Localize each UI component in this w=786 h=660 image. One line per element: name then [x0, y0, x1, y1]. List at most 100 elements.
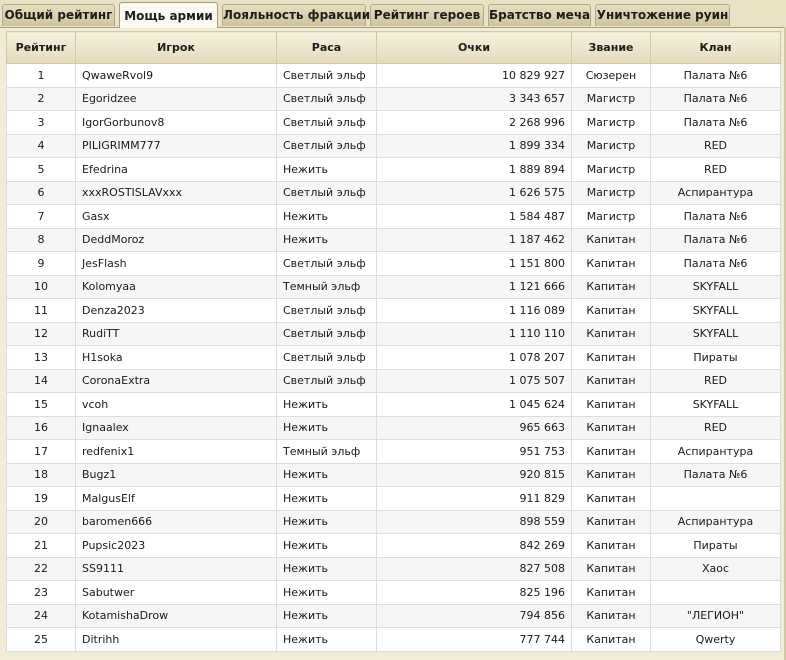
player-name-link[interactable]: Egoridzee — [75, 86, 277, 111]
table-row: 5 Efedrina Нежить 1 889 894 Магистр RED — [6, 157, 781, 182]
rank-title-cell: Магистр — [571, 157, 651, 182]
race-cell: Светлый эльф — [276, 251, 377, 276]
player-name-link[interactable]: Pupsic2023 — [75, 533, 277, 558]
clan-name-link[interactable] — [650, 580, 781, 605]
player-name-link[interactable]: Efedrina — [75, 157, 277, 182]
rank-cell: 22 — [6, 556, 76, 581]
clan-name-link[interactable]: Палата №6 — [650, 227, 781, 252]
clan-name-link[interactable]: "ЛЕГИОН" — [650, 603, 781, 628]
rank-title-cell: Капитан — [571, 439, 651, 464]
rating-table-body: 1 QwaweRvol9 Светлый эльф 10 829 927 Сюзерен… — [6, 63, 781, 652]
clan-name-link[interactable] — [650, 486, 781, 511]
rank-title-cell: Капитан — [571, 392, 651, 417]
player-name-link[interactable]: H1soka — [75, 345, 277, 370]
player-name-link[interactable]: RudiTT — [75, 321, 277, 346]
race-cell: Светлый эльф — [276, 345, 377, 370]
tab-hero-rating[interactable]: Рейтинг героев — [370, 4, 484, 26]
tab-ruins-destruction[interactable]: Уничтожение руин — [595, 4, 730, 26]
player-name-link[interactable]: MalgusElf — [75, 486, 277, 511]
column-header-points[interactable]: Очки — [376, 31, 572, 64]
column-header-race[interactable]: Раса — [276, 31, 377, 64]
player-name-link[interactable]: Sabutwer — [75, 580, 277, 605]
clan-name-link[interactable]: Аспирантура — [650, 180, 781, 205]
table-row: 21 Pupsic2023 Нежить 842 269 Капитан Пираты — [6, 533, 781, 558]
clan-name-link[interactable]: Палата №6 — [650, 251, 781, 276]
clan-name-link[interactable]: RED — [650, 157, 781, 182]
rank-title-cell: Капитан — [571, 251, 651, 276]
player-name-link[interactable]: xxxROSTISLAVxxx — [75, 180, 277, 205]
player-name-link[interactable]: CoronaExtra — [75, 368, 277, 393]
tab-general-rating[interactable]: Общий рейтинг — [2, 4, 115, 26]
rank-title-cell: Капитан — [571, 603, 651, 628]
points-cell: 777 744 — [376, 627, 572, 652]
table-row: 11 Denza2023 Светлый эльф 1 116 089 Капитан S… — [6, 298, 781, 323]
points-cell: 1 075 507 — [376, 368, 572, 393]
clan-name-link[interactable]: RED — [650, 133, 781, 158]
column-header-rank[interactable]: Рейтинг — [6, 31, 76, 64]
table-row: 23 Sabutwer Нежить 825 196 Капитан — [6, 580, 781, 605]
tab-army-power[interactable]: Мощь армии — [119, 2, 218, 28]
rank-cell: 2 — [6, 86, 76, 111]
clan-name-link[interactable]: Пираты — [650, 533, 781, 558]
player-name-link[interactable]: vcoh — [75, 392, 277, 417]
clan-name-link[interactable]: RED — [650, 415, 781, 440]
rank-title-cell: Капитан — [571, 462, 651, 487]
points-cell: 827 508 — [376, 556, 572, 581]
player-name-link[interactable]: Denza2023 — [75, 298, 277, 323]
tab-sword-brotherhood[interactable]: Братство меча — [488, 4, 591, 26]
player-name-link[interactable]: redfenix1 — [75, 439, 277, 464]
column-header-title[interactable]: Звание — [571, 31, 651, 64]
points-cell: 951 753 — [376, 439, 572, 464]
points-cell: 1 889 894 — [376, 157, 572, 182]
race-cell: Темный эльф — [276, 439, 377, 464]
rank-title-cell: Капитан — [571, 368, 651, 393]
rank-title-cell: Капитан — [571, 509, 651, 534]
column-header-player[interactable]: Игрок — [75, 31, 277, 64]
table-row: 7 Gasx Нежить 1 584 487 Магистр Палата №6 — [6, 204, 781, 229]
player-name-link[interactable]: JesFlash — [75, 251, 277, 276]
player-name-link[interactable]: Bugz1 — [75, 462, 277, 487]
player-name-link[interactable]: SS9111 — [75, 556, 277, 581]
clan-name-link[interactable]: Палата №6 — [650, 110, 781, 135]
points-cell: 1 151 800 — [376, 251, 572, 276]
player-name-link[interactable]: QwaweRvol9 — [75, 63, 277, 88]
race-cell: Нежить — [276, 157, 377, 182]
column-header-clan[interactable]: Клан — [650, 31, 781, 64]
player-name-link[interactable]: Kolomyaa — [75, 274, 277, 299]
clan-name-link[interactable]: Пираты — [650, 345, 781, 370]
clan-name-link[interactable]: SKYFALL — [650, 298, 781, 323]
rank-title-cell: Капитан — [571, 533, 651, 558]
clan-name-link[interactable]: Палата №6 — [650, 462, 781, 487]
clan-name-link[interactable]: SKYFALL — [650, 392, 781, 417]
player-name-link[interactable]: Gasx — [75, 204, 277, 229]
race-cell: Светлый эльф — [276, 298, 377, 323]
player-name-link[interactable]: Ignaalex — [75, 415, 277, 440]
player-name-link[interactable]: KotamishaDrow — [75, 603, 277, 628]
rank-cell: 5 — [6, 157, 76, 182]
player-name-link[interactable]: DeddMoroz — [75, 227, 277, 252]
rank-cell: 17 — [6, 439, 76, 464]
rank-cell: 13 — [6, 345, 76, 370]
clan-name-link[interactable]: RED — [650, 368, 781, 393]
points-cell: 842 269 — [376, 533, 572, 558]
player-name-link[interactable]: Ditrihh — [75, 627, 277, 652]
tab-faction-loyalty[interactable]: Лояльность фракции — [222, 4, 370, 26]
player-name-link[interactable]: PILIGRIMM777 — [75, 133, 277, 158]
clan-name-link[interactable]: SKYFALL — [650, 321, 781, 346]
player-name-link[interactable]: IgorGorbunov8 — [75, 110, 277, 135]
clan-name-link[interactable]: Палата №6 — [650, 204, 781, 229]
clan-name-link[interactable]: Аспирантура — [650, 509, 781, 534]
points-cell: 911 829 — [376, 486, 572, 511]
race-cell: Нежить — [276, 556, 377, 581]
rank-title-cell: Капитан — [571, 227, 651, 252]
clan-name-link[interactable]: Палата №6 — [650, 63, 781, 88]
points-cell: 965 663 — [376, 415, 572, 440]
clan-name-link[interactable]: SKYFALL — [650, 274, 781, 299]
player-name-link[interactable]: baromen666 — [75, 509, 277, 534]
clan-name-link[interactable]: Аспирантура — [650, 439, 781, 464]
rank-title-cell: Капитан — [571, 298, 651, 323]
rank-cell: 6 — [6, 180, 76, 205]
clan-name-link[interactable]: Хаос — [650, 556, 781, 581]
clan-name-link[interactable]: Палата №6 — [650, 86, 781, 111]
clan-name-link[interactable]: Qwerty — [650, 627, 781, 652]
